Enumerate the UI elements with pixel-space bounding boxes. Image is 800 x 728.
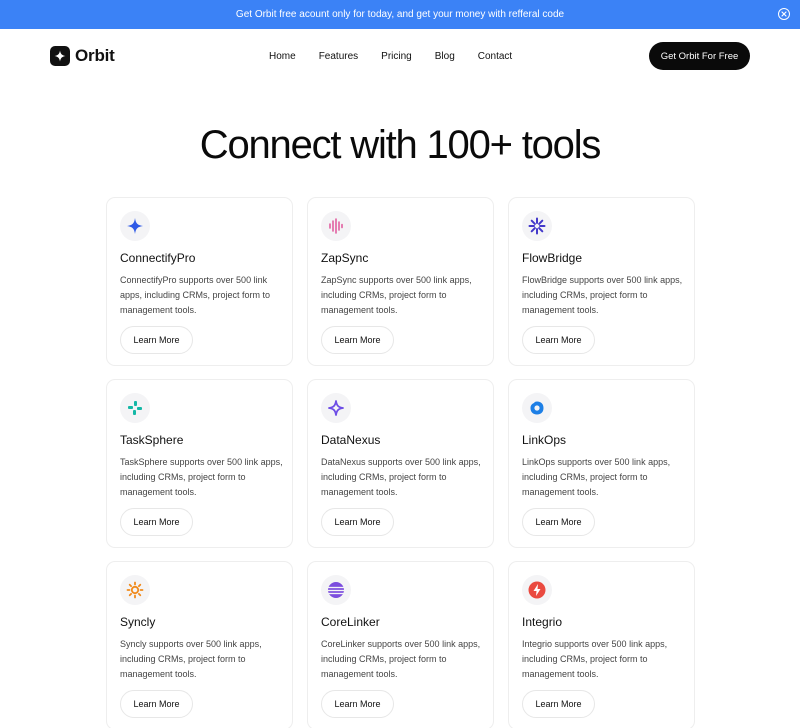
tool-card-title: CoreLinker	[321, 615, 380, 629]
sparkle-icon	[50, 46, 70, 66]
tool-card-description: ConnectifyPro supports over 500 link app…	[120, 275, 271, 315]
tool-card-description: Syncly supports over 500 link apps, incl…	[120, 639, 262, 679]
tool-card: DataNexus DataNexus supports over 500 li…	[307, 379, 494, 548]
lightning-bolt-icon	[522, 575, 552, 605]
waveform-icon	[321, 211, 351, 241]
nav-link-features[interactable]: Features	[319, 50, 358, 64]
nav-link-contact[interactable]: Contact	[478, 50, 512, 64]
tool-card: ConnectifyPro ConnectifyPro supports ove…	[106, 197, 293, 366]
learn-more-button[interactable]: Learn More	[321, 690, 394, 718]
learn-more-button[interactable]: Learn More	[522, 508, 595, 536]
promo-banner: Get Orbit free acount only for today, an…	[0, 0, 800, 29]
tool-card-description: ZapSync supports over 500 link apps, inc…	[321, 275, 472, 315]
get-orbit-free-button[interactable]: Get Orbit For Free	[649, 42, 750, 70]
tool-card: TaskSphere TaskSphere supports over 500 …	[106, 379, 293, 548]
tool-card: Syncly Syncly supports over 500 link app…	[106, 561, 293, 728]
tool-card: ZapSync ZapSync supports over 500 link a…	[307, 197, 494, 366]
top-navigation: Orbit Home Features Pricing Blog Contact…	[0, 29, 800, 85]
outline-star-icon	[321, 393, 351, 423]
tool-card: CoreLinker CoreLinker supports over 500 …	[307, 561, 494, 728]
tool-card-description: Integrio supports over 500 link apps, in…	[522, 639, 668, 679]
tool-card: LinkOps LinkOps supports over 500 link a…	[508, 379, 695, 548]
tool-card-title: LinkOps	[522, 433, 567, 447]
tool-card-description: TaskSphere supports over 500 link apps, …	[120, 457, 283, 497]
learn-more-button[interactable]: Learn More	[120, 326, 193, 354]
learn-more-button[interactable]: Learn More	[321, 508, 394, 536]
promo-banner-text: Get Orbit free acount only for today, an…	[235, 9, 565, 20]
tool-card-title: DataNexus	[321, 433, 381, 447]
learn-more-button[interactable]: Learn More	[321, 326, 394, 354]
four-point-star-icon	[120, 211, 150, 241]
tool-card: Integrio Integrio supports over 500 link…	[508, 561, 695, 728]
page-title: Connect with 100+ tools	[199, 123, 602, 167]
learn-more-button[interactable]: Learn More	[522, 690, 595, 718]
tool-card-title: Integrio	[522, 615, 563, 629]
learn-more-button[interactable]: Learn More	[120, 690, 193, 718]
tool-card-description: CoreLinker supports over 500 link apps, …	[321, 639, 481, 679]
tool-card: FlowBridge FlowBridge supports over 500 …	[508, 197, 695, 366]
tool-card-title: ZapSync	[321, 251, 369, 265]
tool-card-title: ConnectifyPro	[120, 251, 196, 265]
tool-card-description: DataNexus supports over 500 link apps, i…	[321, 457, 481, 497]
tool-card-description: FlowBridge supports over 500 link apps, …	[522, 275, 683, 315]
blob-ring-icon	[522, 393, 552, 423]
tool-card-title: Syncly	[120, 615, 156, 629]
pinwheel-icon	[120, 393, 150, 423]
sun-icon	[120, 575, 150, 605]
burst-icon	[522, 211, 552, 241]
tool-card-title: FlowBridge	[522, 251, 583, 265]
close-icon[interactable]	[778, 8, 790, 20]
nav-link-home[interactable]: Home	[269, 50, 296, 64]
tool-card-description: LinkOps supports over 500 link apps, inc…	[522, 457, 671, 497]
striped-sphere-icon	[321, 575, 351, 605]
brand-logo[interactable]: Orbit	[50, 46, 115, 66]
nav-link-pricing[interactable]: Pricing	[381, 50, 412, 64]
nav-links: Home Features Pricing Blog Contact	[269, 50, 535, 64]
nav-link-blog[interactable]: Blog	[435, 50, 455, 64]
learn-more-button[interactable]: Learn More	[120, 508, 193, 536]
tool-card-title: TaskSphere	[120, 433, 184, 447]
learn-more-button[interactable]: Learn More	[522, 326, 595, 354]
brand-name: Orbit	[75, 46, 115, 65]
